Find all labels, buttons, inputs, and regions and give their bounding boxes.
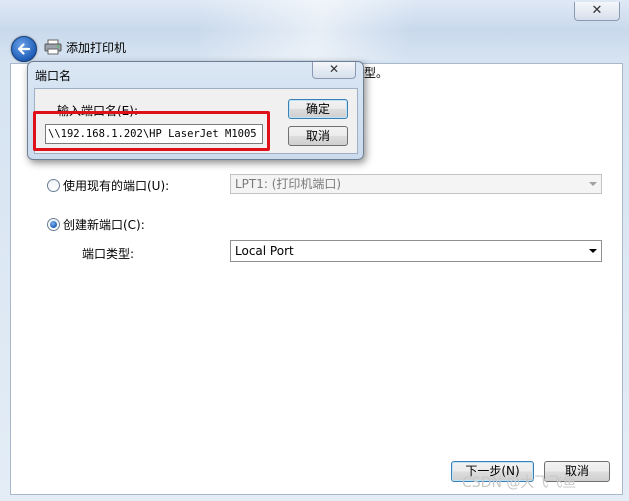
port-dialog-title: 端口名 [35, 69, 72, 83]
watermark-text: CSDN @大飞飞鱼 [462, 475, 577, 491]
chevron-down-icon [589, 249, 597, 253]
port-dialog-close-button[interactable]: ✕ [312, 62, 356, 79]
back-arrow-icon [17, 43, 31, 55]
existing-port-select[interactable]: LPT1: (打印机端口) [230, 174, 602, 194]
port-type-label: 端口类型: [82, 247, 135, 261]
chevron-down-icon [589, 182, 597, 186]
existing-port-value: LPT1: (打印机端口) [235, 177, 342, 191]
create-new-port-radio[interactable] [47, 218, 60, 231]
back-button[interactable] [11, 36, 37, 62]
use-existing-port-radio[interactable] [47, 179, 60, 192]
create-new-port-label[interactable]: 创建新端口(C): [63, 216, 145, 233]
glass-highlight [200, 0, 500, 60]
wizard-close-button[interactable]: ✕ [574, 2, 620, 21]
highlight-annotation-box [33, 111, 270, 151]
wizard-title: 添加打印机 [66, 41, 127, 55]
port-type-select[interactable]: Local Port [230, 240, 602, 262]
ok-button[interactable]: 确定 [288, 99, 348, 119]
printer-icon [44, 39, 62, 55]
port-type-value: Local Port [235, 244, 294, 258]
use-existing-port-label[interactable]: 使用现有的端口(U): [63, 177, 169, 194]
port-cancel-button[interactable]: 取消 [288, 126, 348, 146]
